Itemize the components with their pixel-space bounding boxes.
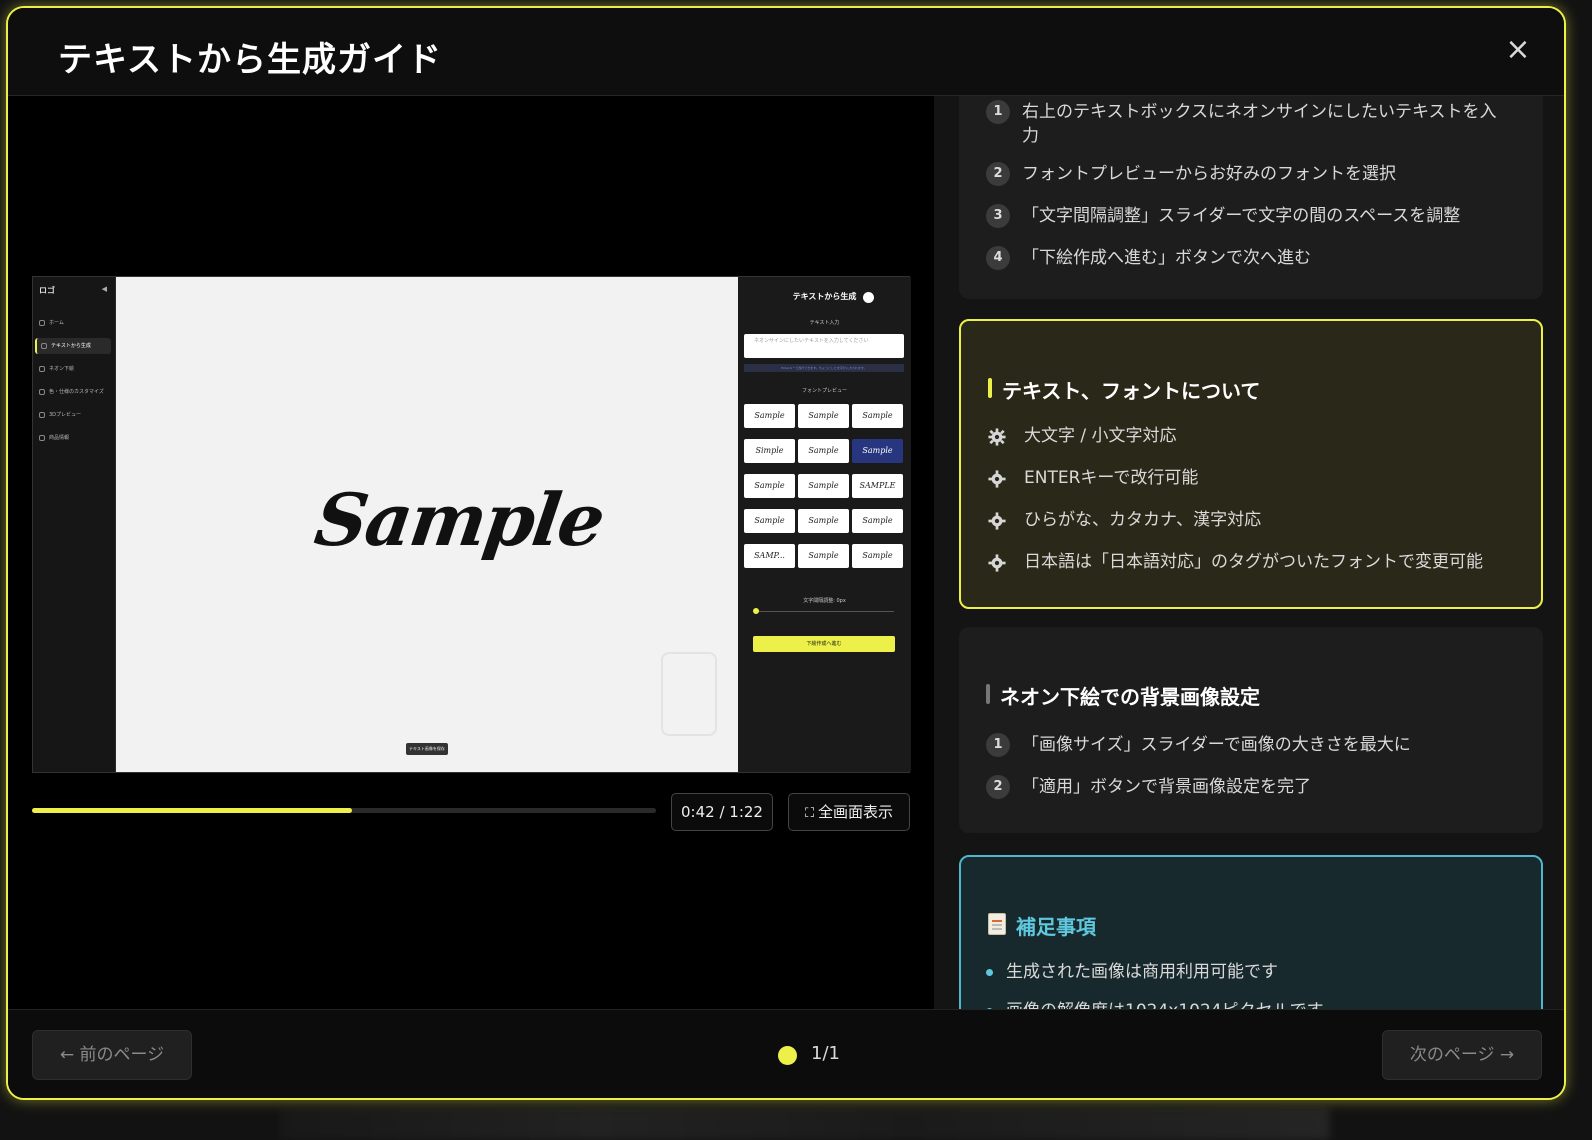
gear-icon (988, 512, 1006, 530)
feature-text: ひらがな、カタカナ、漢字対応 (1024, 510, 1262, 530)
step-number: 3 (986, 204, 1010, 228)
toggle-icon (863, 292, 874, 303)
app-preview-note: Enterキーで改行できます。ちょっとした文字が入力されます。 (744, 364, 904, 372)
prev-page-button[interactable]: ← 前のページ (32, 1030, 192, 1080)
app-preview-sidebar: ロゴ ◀ ホーム テキストから生成 ネオン下絵 色・仕様のカスタマイズ 3Dプレ… (33, 277, 116, 772)
fullscreen-button[interactable]: ⛶ 全画面表示 (788, 793, 910, 831)
font-preview-cell: Sample (798, 544, 849, 568)
info-icon (39, 435, 45, 441)
step-text: フォントプレビューからお好みのフォントを選択 (1022, 164, 1396, 184)
bg-settings-card: ネオン下絵での背景画像設定 1 「画像サイズ」スライダーで画像の大きさを最大に … (959, 627, 1543, 833)
backdrop-content (280, 1108, 1330, 1140)
page-dot-indicator[interactable] (778, 1046, 797, 1065)
bullet-icon (986, 969, 993, 976)
app-preview-nav-item: 3Dプレビュー (35, 407, 111, 423)
title-accent-bar (986, 684, 990, 704)
step-number: 1 (986, 733, 1010, 757)
video-pane: ロゴ ◀ ホーム テキストから生成 ネオン下絵 色・仕様のカスタマイズ 3Dプレ… (8, 96, 934, 1009)
cube-icon (39, 412, 45, 418)
step-number: 2 (986, 775, 1010, 799)
font-preview-cell: Sample (852, 544, 903, 568)
step-number: 4 (986, 246, 1010, 270)
app-preview-canvas: Sample テキスト画像を保存 (116, 277, 738, 772)
title-accent-bar (988, 378, 992, 398)
fullscreen-label: 全画面表示 (818, 803, 894, 821)
font-preview-cell: Sample (798, 439, 849, 463)
app-preview-nav-item: 色・仕様のカスタマイズ (35, 384, 111, 400)
font-preview-cell: SAMPLE (852, 474, 903, 498)
canvas-sample-text: Sample (310, 477, 609, 562)
pencil-icon (39, 366, 45, 372)
app-preview-panel-title: テキストから生成 (792, 292, 857, 301)
step-text: 「下絵作成へ進む」ボタンで次へ進む (1022, 248, 1311, 268)
app-preview-input: ネオンサインにしたいテキストを入力してください (744, 334, 904, 358)
feature-card-title: テキスト、フォントについて (988, 375, 1260, 404)
app-preview-nav-item: テキストから生成 (35, 338, 111, 354)
notes-card: 補足事項 生成された画像は商用利用可能です 画像の解像度は1024x1024ピク… (959, 855, 1543, 1009)
note-text: 生成された画像は商用利用可能です (1006, 962, 1278, 982)
memo-icon (988, 913, 1006, 935)
notes-card-title: 補足事項 (988, 911, 1096, 940)
next-page-button[interactable]: 次のページ → (1382, 1030, 1542, 1080)
video-progress-fill (32, 808, 352, 813)
video-player[interactable]: ロゴ ◀ ホーム テキストから生成 ネオン下絵 色・仕様のカスタマイズ 3Dプレ… (32, 276, 911, 773)
palette-icon (39, 389, 45, 395)
font-preview-cell: Simple (744, 439, 795, 463)
app-preview-input-label: テキスト入力 (809, 320, 840, 326)
app-preview-next-button: 下絵作成へ進む (753, 636, 895, 652)
bag-watermark-icon (661, 652, 717, 736)
video-time-display: 0:42 / 1:22 (671, 793, 773, 831)
font-preview-cell: Sample (798, 474, 849, 498)
steps-card: 1 右上のテキストボックスにネオンサインにしたいテキストを入力 2 フォントプレ… (959, 96, 1543, 299)
font-preview-cell: Sample (852, 439, 903, 463)
guide-modal: テキストから生成ガイド × ロゴ ◀ ホーム テキストから生成 ネオン下絵 色・… (6, 6, 1566, 1100)
app-preview-spacing-label: 文字間隔調整: 0px (803, 598, 846, 604)
page-count: 1/1 (811, 1043, 840, 1064)
font-preview-cell: SAMP... (744, 544, 795, 568)
modal-header: テキストから生成ガイド × (8, 8, 1564, 96)
font-preview-cell: Sample (744, 404, 795, 428)
step-text: 「画像サイズ」スライダーで画像の大きさを最大に (1022, 735, 1411, 755)
step-text: 「文字間隔調整」スライダーで文字の間のスペースを調整 (1022, 206, 1461, 226)
font-preview-cell: Sample (798, 509, 849, 533)
feature-card: テキスト、フォントについて 大文字 / 小文字対応 ENTERキーで改行可能 ひ… (959, 319, 1543, 609)
feature-text: 大文字 / 小文字対応 (1024, 426, 1177, 446)
app-preview-font-label: フォントプレビュー (801, 388, 847, 394)
feature-text: ENTERキーで改行可能 (1024, 468, 1199, 488)
close-button[interactable]: × (1500, 32, 1536, 68)
step-text: 右上のテキストボックスにネオンサインにしたいテキストを入力 (1022, 102, 1497, 146)
gear-icon (988, 470, 1006, 488)
font-preview-cell: Sample (798, 404, 849, 428)
step-text: 「適用」ボタンで背景画像設定を完了 (1022, 777, 1311, 797)
app-preview-nav-item: 商品情報 (35, 430, 111, 446)
feature-text: 日本語は「日本語対応」のタグがついたフォントで変更可能 (1024, 552, 1483, 572)
video-progress-bar[interactable] (32, 808, 656, 813)
gear-icon (988, 428, 1006, 446)
modal-title: テキストから生成ガイド (58, 40, 442, 80)
app-preview-logo: ロゴ (39, 286, 55, 295)
fullscreen-icon: ⛶ (804, 806, 815, 821)
font-preview-cell: Sample (744, 474, 795, 498)
app-preview-collapse-icon: ◀ (101, 285, 107, 293)
modal-footer: ← 前のページ 1/1 次のページ → (8, 1009, 1564, 1098)
step-number: 2 (986, 162, 1010, 186)
app-preview-nav-item: ネオン下絵 (35, 361, 111, 377)
app-preview-slider-knob (753, 608, 759, 614)
instructions-pane[interactable]: 1 右上のテキストボックスにネオンサインにしたいテキストを入力 2 フォントプレ… (934, 96, 1564, 1009)
gear-icon (988, 554, 1006, 572)
note-text: 画像の解像度は1024x1024ピクセルです (1006, 999, 1324, 1009)
app-preview-slider (754, 611, 894, 612)
close-icon: × (1505, 32, 1531, 67)
font-preview-cell: Sample (744, 509, 795, 533)
text-icon (41, 343, 47, 349)
step-number: 1 (986, 100, 1010, 124)
canvas-save-tag: テキスト画像を保存 (406, 743, 448, 755)
app-preview-nav-item: ホーム (35, 315, 111, 331)
font-preview-cell: Sample (852, 509, 903, 533)
app-preview-panel: テキストから生成 テキスト入力 ネオンサインにしたいテキストを入力してください … (738, 277, 911, 772)
bg-card-title: ネオン下絵での背景画像設定 (986, 681, 1260, 710)
home-icon (39, 320, 45, 326)
font-preview-cell: Sample (852, 404, 903, 428)
